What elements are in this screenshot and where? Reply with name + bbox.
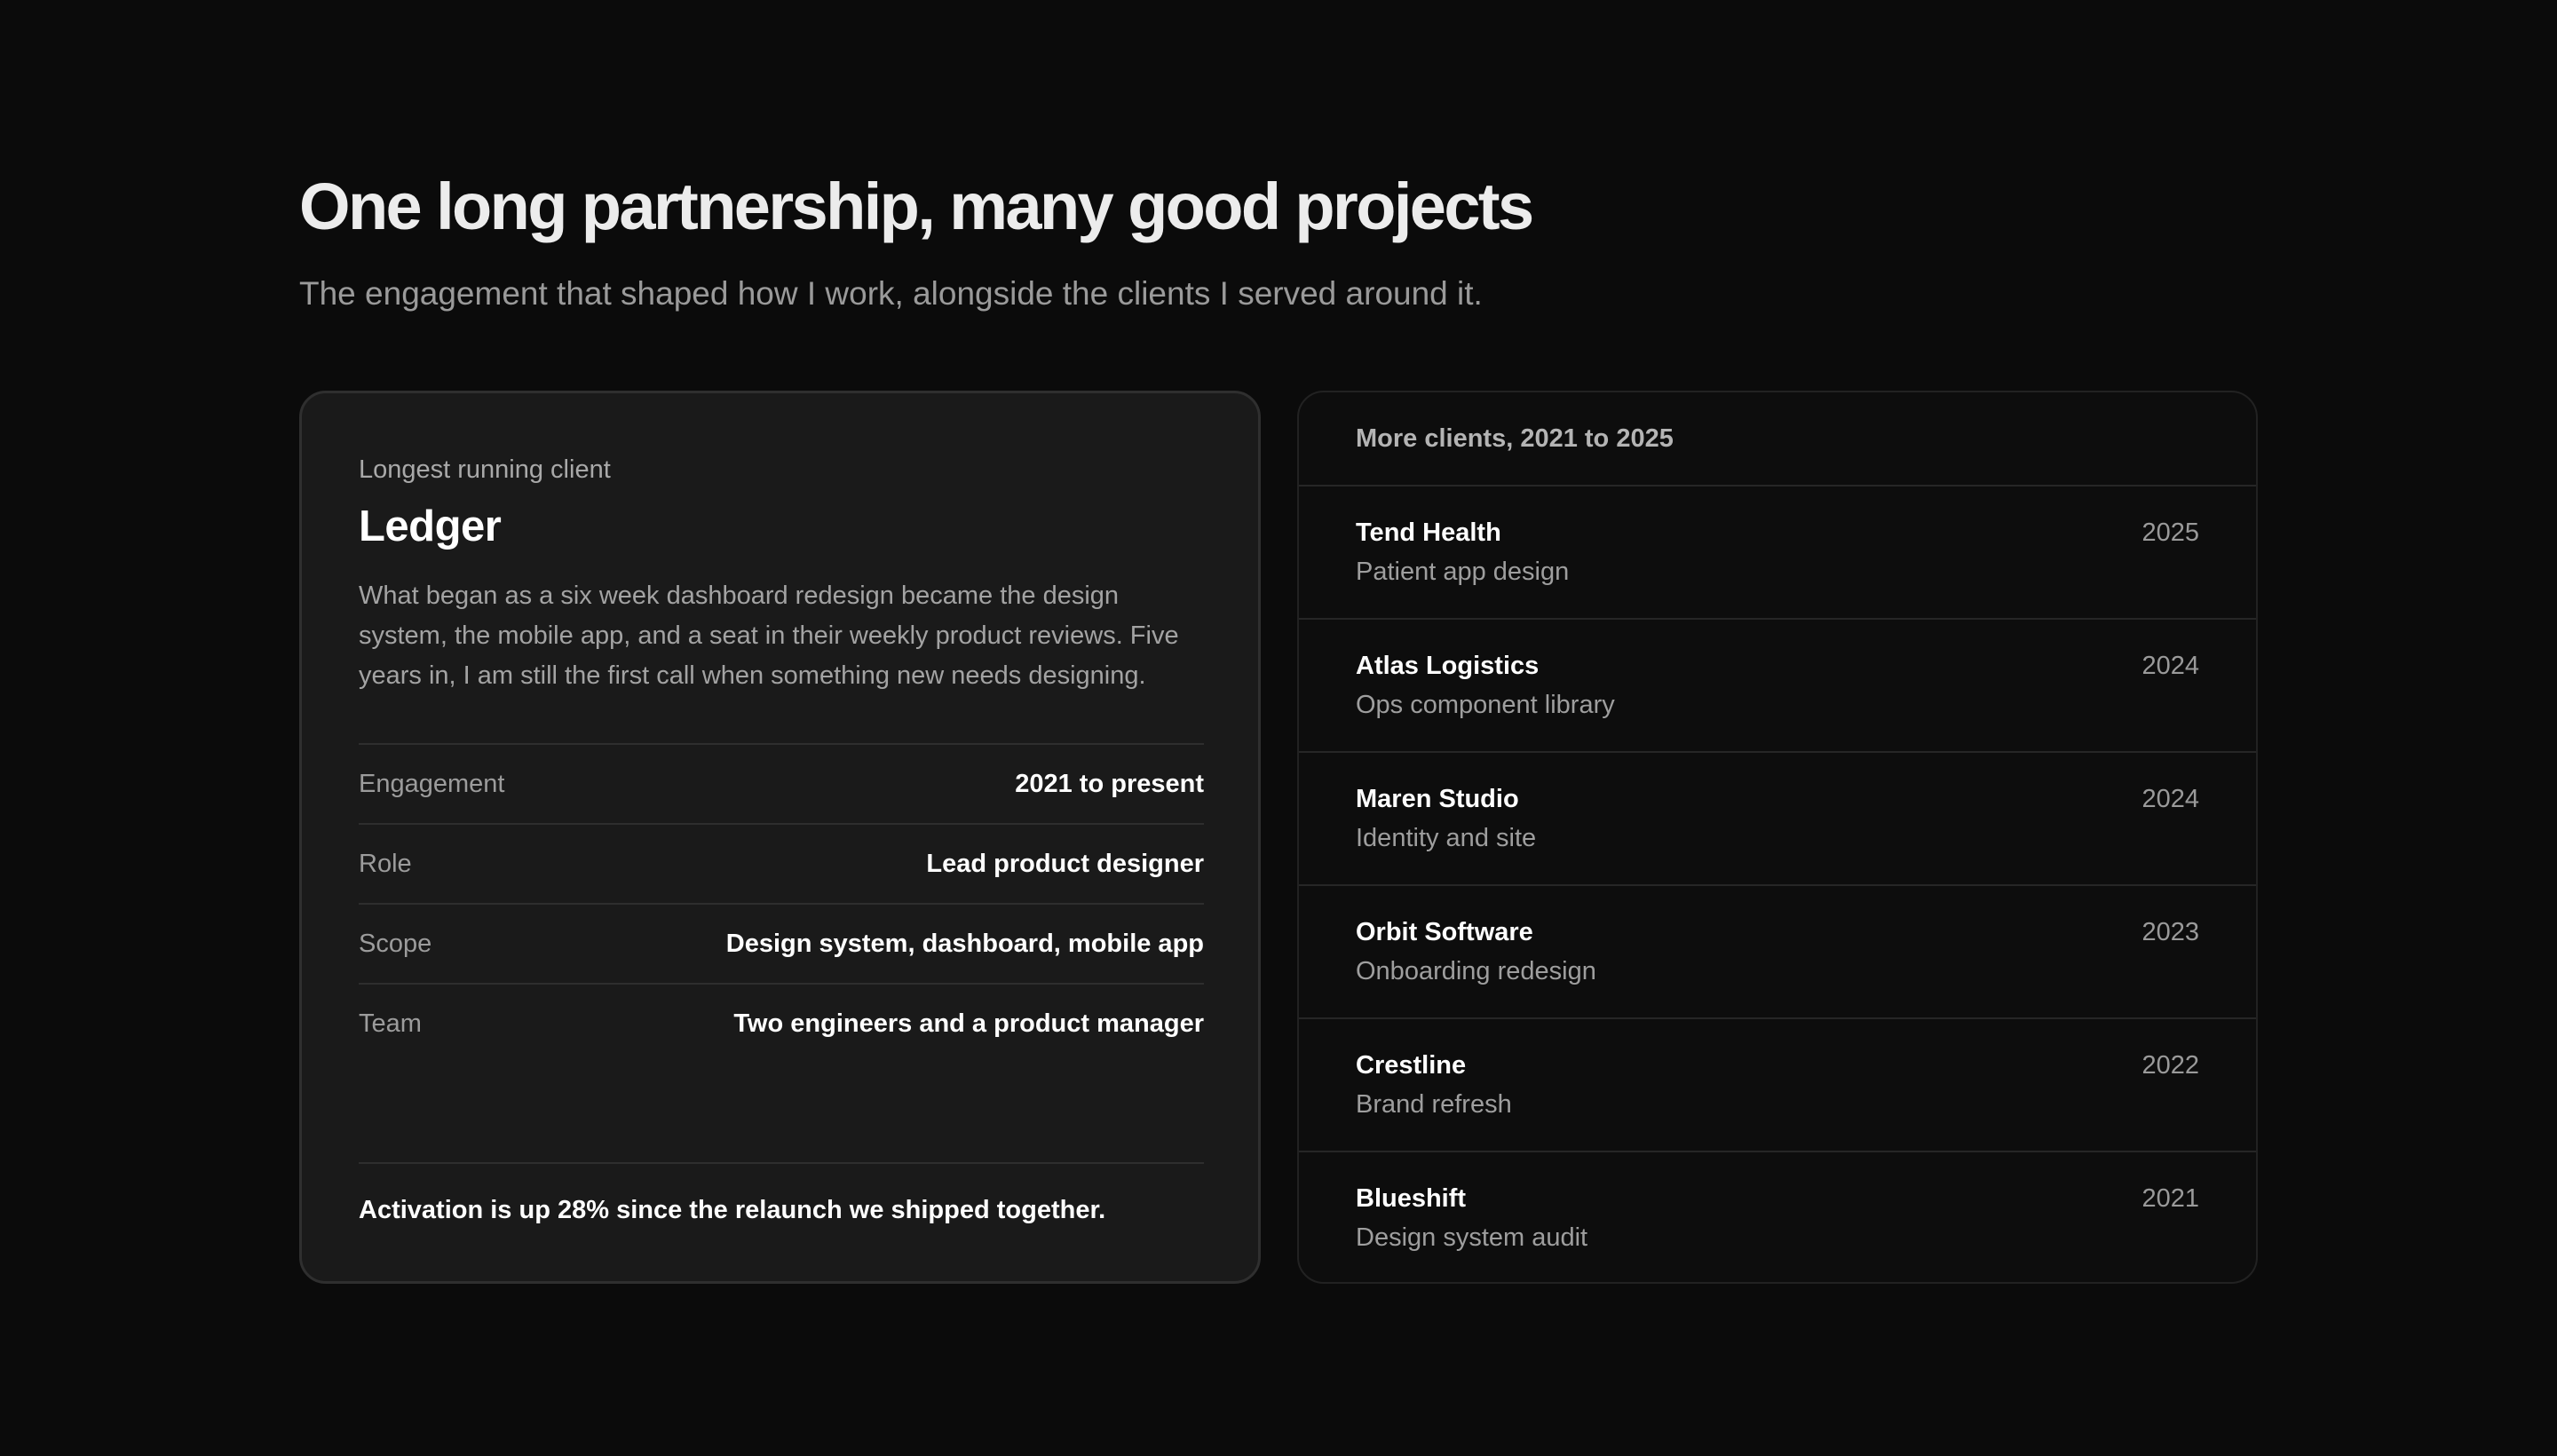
fact-row-engagement: Engagement 2021 to present [359,743,1204,823]
client-year: 2024 [2141,652,2199,680]
client-name: Orbit Software [1356,918,1533,946]
fact-value: 2021 to present [1015,769,1204,798]
client-list-panel: More clients, 2021 to 2025 Tend Health P… [1297,391,2258,1284]
client-project: Onboarding redesign [1356,957,1596,985]
list-item: Tend Health Patient app design 2025 [1299,487,2256,620]
client-list-header: More clients, 2021 to 2025 [1299,392,2256,487]
client-project: Design system audit [1356,1223,1588,1252]
list-item: Atlas Logistics Ops component library 20… [1299,620,2256,753]
fact-row-scope: Scope Design system, dashboard, mobile a… [359,903,1204,983]
featured-description: What began as a six week dashboard redes… [359,582,1179,690]
fact-value: Lead product designer [926,849,1204,878]
page-title: One long partnership, many good projects [299,170,1534,243]
client-project: Identity and site [1356,824,1537,852]
client-year: 2024 [2141,785,2199,813]
client-project: Ops component library [1356,691,1615,719]
client-project: Brand refresh [1356,1090,1512,1119]
fact-label: Team [359,1009,422,1038]
list-item: Orbit Software Onboarding redesign 2023 [1299,886,2256,1019]
fact-value: Two engineers and a product manager [733,1009,1204,1038]
footer-divider [359,1162,1204,1164]
client-project: Patient app design [1356,558,1570,586]
client-year: 2023 [2141,918,2199,946]
page-subtitle: The engagement that shaped how I work, a… [299,275,1483,312]
featured-client-card: Longest running client Ledger What began… [299,391,1261,1284]
fact-label: Scope [359,929,432,958]
client-year: 2022 [2141,1051,2199,1080]
fact-row-team: Team Two engineers and a product manager [359,983,1204,1063]
client-name: Atlas Logistics [1356,652,1540,680]
client-name: Tend Health [1356,518,1501,547]
list-item: Crestline Brand refresh 2022 [1299,1019,2256,1152]
fact-label: Engagement [359,769,505,798]
client-year: 2025 [2141,518,2199,547]
client-name: Blueshift [1356,1184,1467,1213]
list-item: Blueshift Design system audit 2021 [1299,1152,2256,1282]
featured-client-name: Ledger [359,502,502,550]
list-item: Maren Studio Identity and site 2024 [1299,753,2256,886]
client-name: Maren Studio [1356,785,1519,813]
client-year: 2021 [2141,1184,2199,1213]
featured-eyebrow: Longest running client [359,455,611,484]
facts-list: Engagement 2021 to present Role Lead pro… [359,743,1204,1063]
fact-row-role: Role Lead product designer [359,823,1204,903]
fact-label: Role [359,849,412,878]
client-name: Crestline [1356,1051,1467,1080]
client-list-title: More clients, 2021 to 2025 [1356,423,1674,453]
page: One long partnership, many good projects… [299,0,2258,1456]
fact-value: Design system, dashboard, mobile app [725,929,1204,958]
featured-result-note: Activation is up 28% since the relaunch … [359,1196,1106,1224]
